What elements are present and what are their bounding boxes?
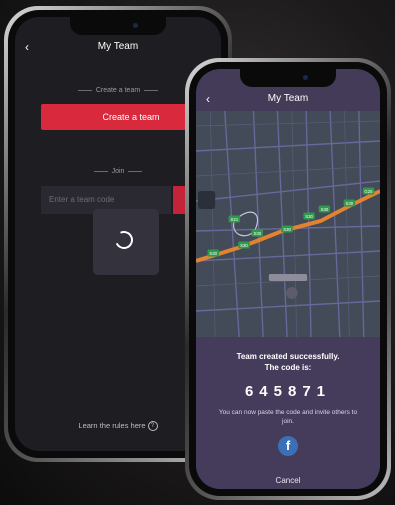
notch bbox=[70, 17, 166, 35]
back-arrow-icon[interactable]: ‹ bbox=[25, 35, 29, 59]
road-shield: S30 bbox=[303, 212, 315, 220]
success-line-1: Team created successfully. bbox=[236, 352, 340, 361]
road-shield-label: S30 bbox=[305, 214, 313, 219]
loading-spinner-icon bbox=[112, 228, 136, 252]
road-shield-label: S30 bbox=[254, 231, 262, 236]
notch bbox=[240, 69, 336, 87]
road-shield-label: S21 bbox=[231, 217, 239, 222]
road-shield: S30 bbox=[281, 225, 293, 233]
road-shield-label: S30 bbox=[240, 243, 248, 248]
facebook-share-icon[interactable]: f bbox=[278, 436, 298, 456]
road-shield: S21 bbox=[228, 215, 241, 223]
camera bbox=[133, 23, 138, 28]
rules-link-text[interactable]: Learn the rules here bbox=[78, 421, 145, 430]
page-title: My Team bbox=[97, 41, 139, 52]
phone-bezel: ‹ My Team S30 S30 S30 S30 S30 S30 S30 G2… bbox=[189, 62, 387, 496]
road-shield-label: S30 bbox=[346, 201, 354, 206]
road-shield: S30 bbox=[318, 205, 331, 213]
camera bbox=[303, 75, 308, 80]
page-title: My Team bbox=[267, 93, 309, 104]
map-canvas: S30 S30 S30 S30 S30 S30 S30 G25 S21 bbox=[196, 111, 380, 337]
map-view[interactable]: S30 S30 S30 S30 S30 S30 S30 G25 S21 bbox=[196, 111, 380, 337]
road-shield: S30 bbox=[238, 241, 250, 249]
create-section-text: Create a team bbox=[95, 87, 141, 94]
cancel-button[interactable]: Cancel bbox=[196, 476, 380, 485]
road-shield-label: S30 bbox=[321, 207, 329, 212]
back-arrow-icon[interactable]: ‹ bbox=[206, 87, 210, 111]
team-code: 645871 bbox=[244, 383, 332, 400]
road-shield-label: G25 bbox=[364, 189, 373, 194]
road-shield: S30 bbox=[251, 229, 264, 237]
road-shield: G25 bbox=[362, 187, 375, 195]
team-created-sheet: Team created successfully. The code is: … bbox=[196, 337, 380, 489]
road-shield-label: S30 bbox=[283, 227, 291, 232]
nav-bar: ‹ My Team bbox=[196, 87, 380, 111]
phone-right: ‹ My Team S30 S30 S30 S30 S30 S30 S30 G2… bbox=[185, 58, 391, 500]
loading-overlay bbox=[93, 209, 159, 275]
road-shield: S30 bbox=[343, 199, 356, 207]
question-icon[interactable]: ? bbox=[147, 421, 158, 431]
invite-instruction: You can now paste the code and invite ot… bbox=[218, 409, 358, 425]
join-section-text: Join bbox=[111, 168, 125, 175]
team-created-screen: ‹ My Team S30 S30 S30 S30 S30 S30 S30 G2… bbox=[196, 69, 380, 489]
road-shield-label: S30 bbox=[209, 251, 217, 256]
road-shield: S30 bbox=[207, 249, 219, 257]
success-line-2: The code is: bbox=[264, 363, 312, 372]
success-message: Team created successfully. The code is: bbox=[196, 351, 380, 373]
nav-bar: ‹ My Team bbox=[15, 35, 221, 59]
